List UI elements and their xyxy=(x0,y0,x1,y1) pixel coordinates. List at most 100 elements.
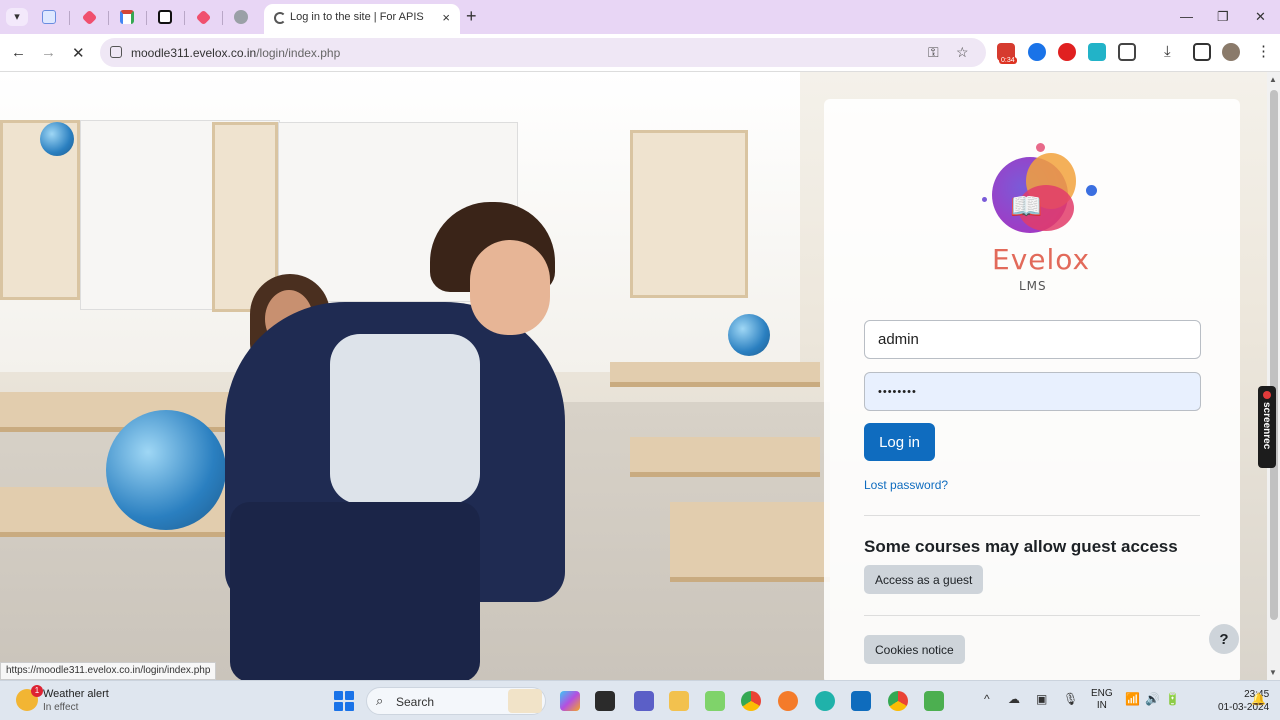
back-icon[interactable]: ← xyxy=(11,44,26,61)
postman-icon[interactable] xyxy=(778,691,798,711)
guest-access-heading: Some courses may allow guest access xyxy=(864,537,1178,556)
screenrec-label: screenrec xyxy=(1261,402,1272,450)
pinned-tab-3[interactable] xyxy=(194,8,212,26)
teams-tray-icon[interactable]: ▣ xyxy=(1036,692,1047,706)
chrome-icon[interactable] xyxy=(741,691,761,711)
globe xyxy=(106,410,226,530)
file-explorer-icon[interactable] xyxy=(669,691,689,711)
region-code: IN xyxy=(1096,700,1107,711)
password-field[interactable]: •••••••• xyxy=(864,372,1201,411)
browser-toolbar: ← → ✕ moodle311.evelox.co.in/login/index… xyxy=(0,34,1280,72)
tab-separator xyxy=(184,11,185,25)
new-tab-button[interactable]: + xyxy=(466,7,477,25)
globe-icon xyxy=(234,10,248,24)
close-tab-icon[interactable]: × xyxy=(442,10,450,25)
side-panel-icon[interactable] xyxy=(1193,43,1211,61)
copilot-icon[interactable] xyxy=(560,691,580,711)
pinned-tab-notion[interactable] xyxy=(156,8,174,26)
pinned-tab-4[interactable] xyxy=(232,8,250,26)
app-teal-icon[interactable] xyxy=(815,691,835,711)
address-bar[interactable]: moodle311.evelox.co.in/login/index.php ⚿… xyxy=(100,38,986,67)
extension-teal-icon[interactable] xyxy=(1088,43,1106,61)
notification-bell-icon[interactable]: 🔔 xyxy=(1251,692,1266,706)
scroll-down-icon[interactable]: ▼ xyxy=(1269,668,1277,677)
profile-avatar[interactable] xyxy=(1222,43,1240,61)
diamond-favicon-icon xyxy=(81,9,97,25)
restore-icon[interactable]: ❐ xyxy=(1217,9,1229,25)
taskbar: 1 Weather alert In effect ⌕ Search ^ ☁ ▣… xyxy=(0,680,1280,720)
gmail-icon xyxy=(120,10,134,24)
logo-dot xyxy=(1036,143,1045,152)
pinned-tab-1[interactable] xyxy=(40,8,58,26)
tab-separator xyxy=(108,11,109,25)
login-button[interactable]: Log in xyxy=(864,423,935,461)
tab-separator xyxy=(69,11,70,25)
pinned-tab-2[interactable] xyxy=(80,8,98,26)
desk xyxy=(630,437,820,477)
excel-icon[interactable] xyxy=(924,691,944,711)
lost-password-link[interactable]: Lost password? xyxy=(864,478,948,492)
globe xyxy=(728,314,770,356)
bookshelf-right xyxy=(630,130,748,298)
stop-loading-icon[interactable]: ✕ xyxy=(72,44,85,62)
tab-search-button[interactable]: ▾ xyxy=(6,8,28,26)
cookies-notice-button[interactable]: Cookies notice xyxy=(864,635,965,664)
scroll-up-icon[interactable]: ▲ xyxy=(1269,75,1277,84)
scroll-thumb[interactable] xyxy=(1270,90,1278,620)
recording-timer-badge: 0:34 xyxy=(999,57,1017,64)
teams-icon[interactable] xyxy=(634,691,654,711)
notion-icon xyxy=(158,10,172,24)
close-window-icon[interactable]: ✕ xyxy=(1255,9,1266,25)
extension-blue-icon[interactable] xyxy=(1028,43,1046,61)
volume-icon[interactable]: 🔊 xyxy=(1145,692,1160,706)
start-button[interactable] xyxy=(334,691,354,711)
site-info-icon[interactable] xyxy=(110,46,122,58)
opera-icon[interactable] xyxy=(1058,43,1076,61)
language-indicator[interactable]: ENG IN xyxy=(1091,688,1113,712)
weather-title[interactable]: Weather alert xyxy=(43,688,109,700)
help-button[interactable]: ? xyxy=(1209,624,1239,654)
access-as-guest-button[interactable]: Access as a guest xyxy=(864,565,984,594)
onedrive-icon[interactable]: ☁ xyxy=(1008,692,1020,706)
search-placeholder: Search xyxy=(396,695,435,709)
outlook-icon[interactable] xyxy=(851,691,871,711)
password-key-icon[interactable]: ⚿ xyxy=(928,44,939,61)
weather-badge: 1 xyxy=(31,685,43,697)
site-favicon-icon xyxy=(42,10,56,24)
search-highlight-icon[interactable] xyxy=(508,689,542,713)
battery-icon[interactable]: 🔋 xyxy=(1165,692,1180,706)
active-tab[interactable]: Log in to the site | For APIS × xyxy=(264,4,460,34)
browser-menu-icon[interactable]: ⋮ xyxy=(1256,42,1271,60)
weather-subtitle: In effect xyxy=(43,702,79,713)
divider xyxy=(864,615,1200,616)
logo-dot xyxy=(982,197,987,202)
bookmark-star-icon[interactable]: ☆ xyxy=(956,44,969,61)
show-hidden-icons[interactable]: ^ xyxy=(984,692,990,706)
snipping-tool-icon[interactable] xyxy=(705,691,725,711)
weather-alert-icon[interactable]: 1 xyxy=(16,685,43,711)
logo-dot xyxy=(1086,185,1097,196)
wifi-icon[interactable]: 📶 xyxy=(1125,692,1140,706)
start-tile xyxy=(334,691,343,700)
record-dot-icon xyxy=(1263,391,1271,399)
tab-separator xyxy=(146,11,147,25)
download-icon[interactable]: ⤓ xyxy=(1164,43,1171,60)
start-tile xyxy=(334,702,343,711)
chrome-profile-icon[interactable] xyxy=(888,691,908,711)
evelox-logo: 📖 Evelox LMS xyxy=(982,139,1102,293)
tab-separator xyxy=(222,11,223,25)
desk xyxy=(670,502,830,582)
screenrec-widget[interactable]: screenrec xyxy=(1258,386,1276,468)
username-field[interactable]: admin xyxy=(864,320,1201,359)
task-view-icon[interactable] xyxy=(595,691,615,711)
microphone-icon[interactable]: 🎙 xyxy=(1063,692,1078,706)
page-scrollbar[interactable]: ▲ ▼ xyxy=(1267,72,1280,680)
login-page: 📖 Evelox LMS admin •••••••• Log in Lost … xyxy=(0,72,1267,680)
minimize-icon[interactable]: — xyxy=(1180,9,1193,24)
pinned-tab-gmail[interactable] xyxy=(118,8,136,26)
boy-shirt xyxy=(330,334,480,504)
language-code: ENG xyxy=(1091,688,1113,699)
forward-icon[interactable]: → xyxy=(41,44,56,61)
extensions-puzzle-icon[interactable] xyxy=(1118,43,1136,61)
boy-pants xyxy=(230,502,480,680)
